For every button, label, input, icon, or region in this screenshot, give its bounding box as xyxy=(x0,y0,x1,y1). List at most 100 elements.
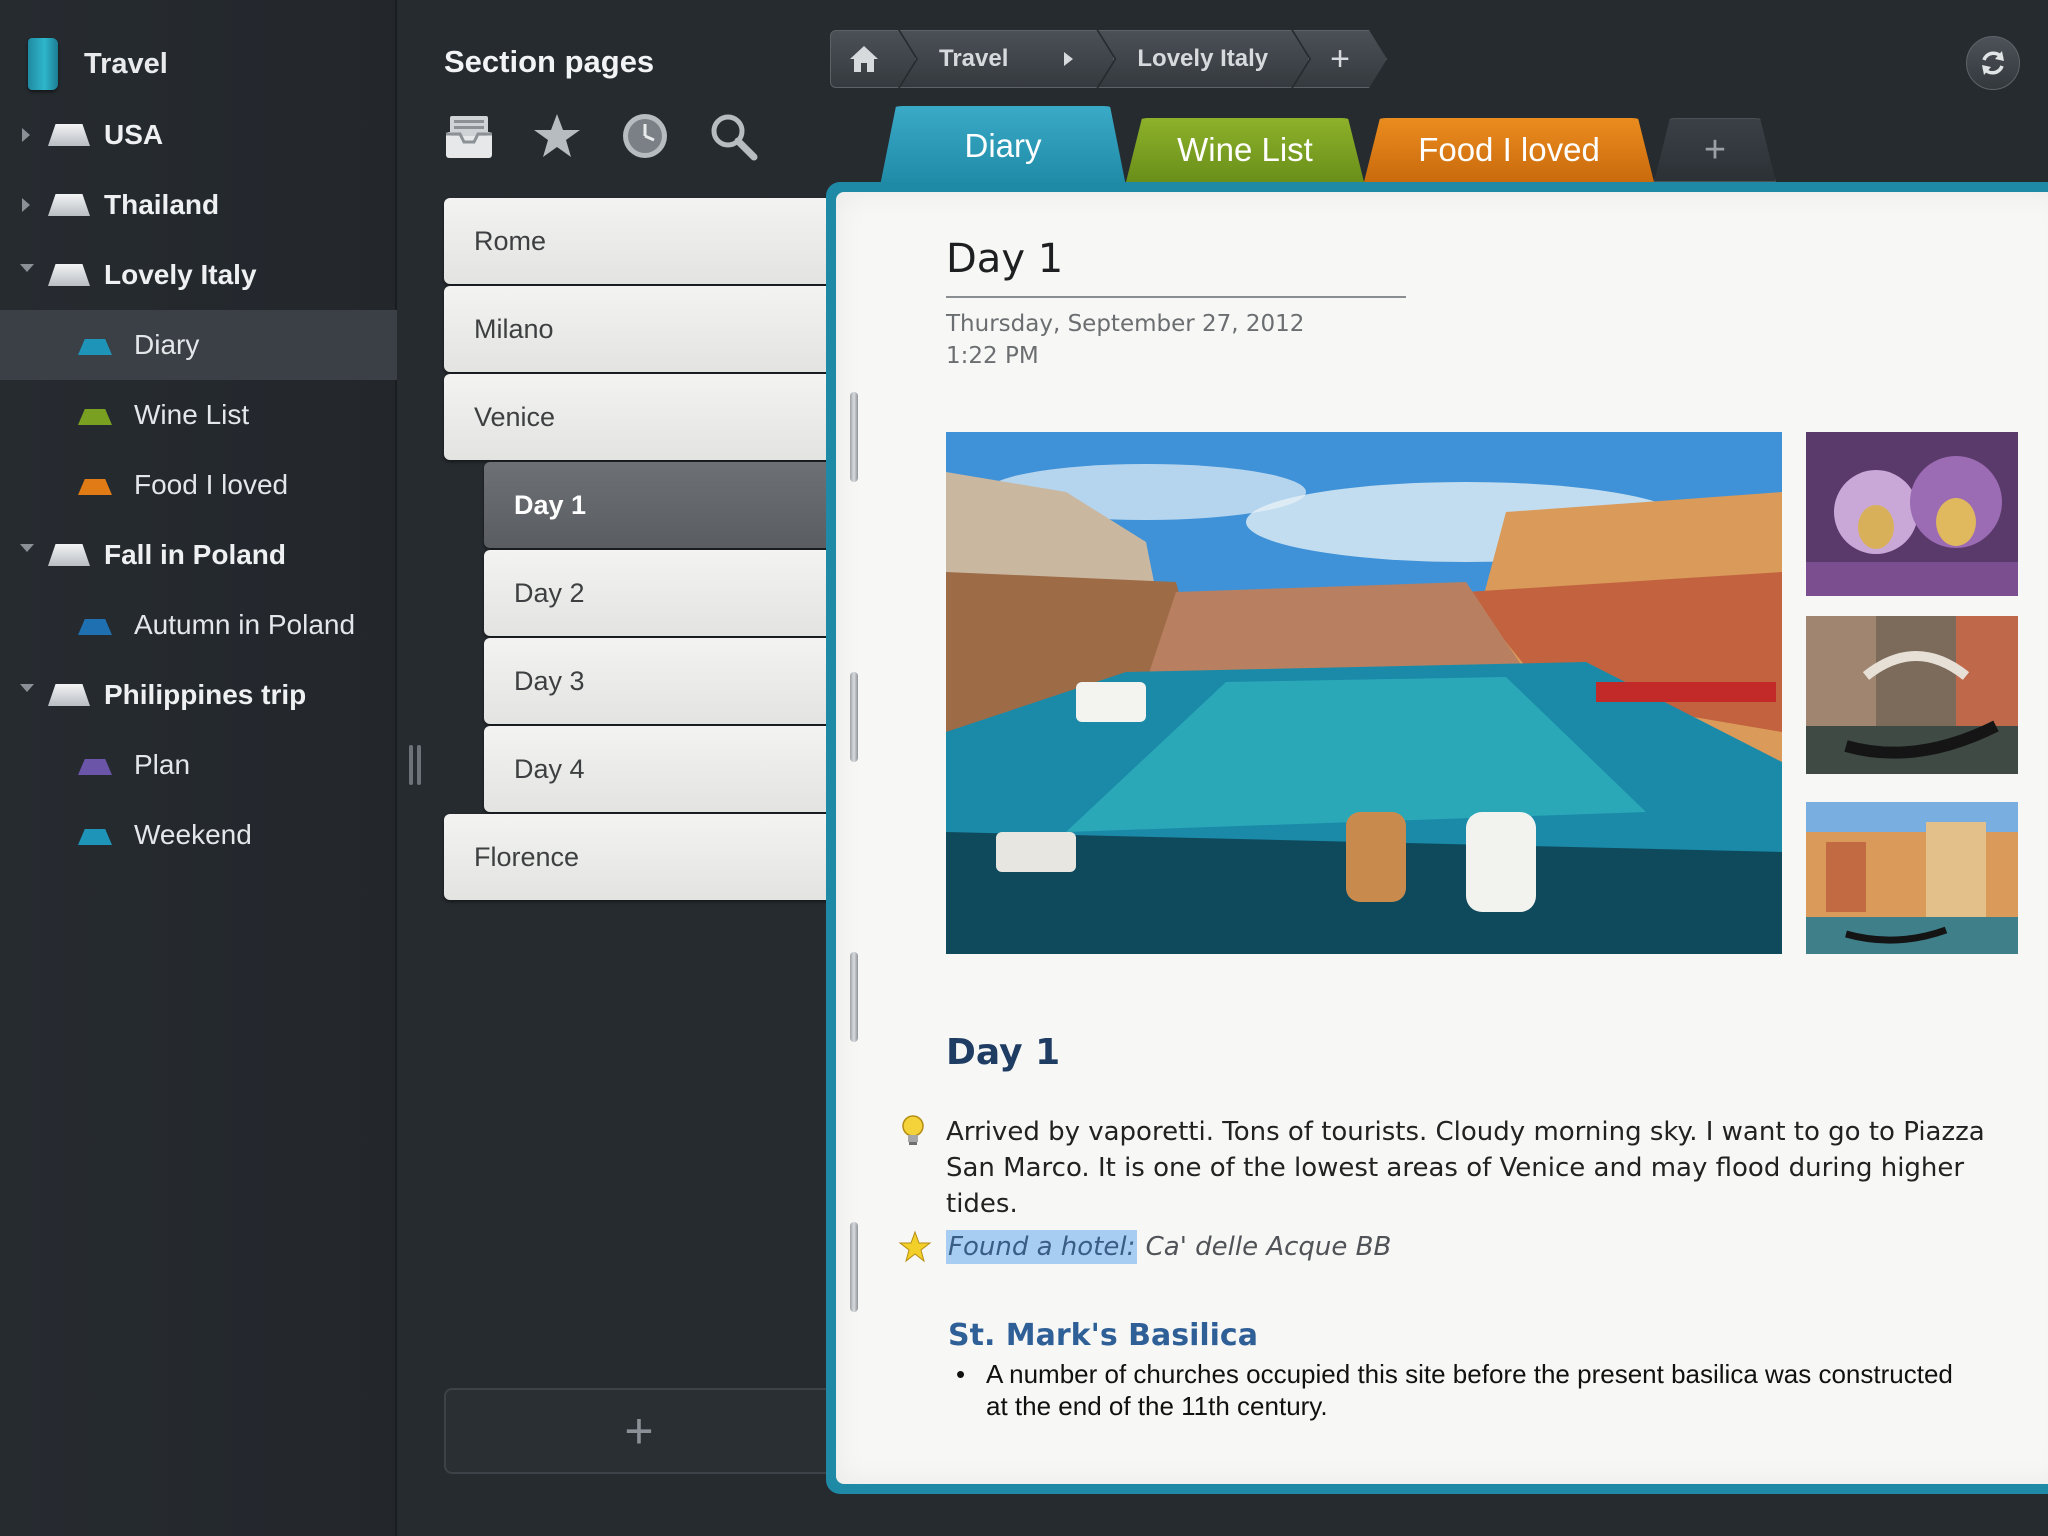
venice-palazzi-photo[interactable] xyxy=(1806,802,2018,954)
section-group-icon xyxy=(48,684,90,706)
gondola-illustration xyxy=(1806,616,2018,774)
highlighted-text: Found a hotel: xyxy=(946,1230,1138,1264)
section-label: Plan xyxy=(134,749,191,780)
section-tab-icon xyxy=(78,829,112,845)
palazzi-illustration xyxy=(1806,802,2018,954)
hotel-note[interactable]: Found a hotel: Ca' delle Acque BB xyxy=(946,1230,1392,1264)
page-item-day-2[interactable]: Day 2 xyxy=(484,550,834,636)
section-label: Weekend xyxy=(134,819,252,850)
sidebar-item-weekend[interactable]: Weekend xyxy=(0,800,397,870)
section-label: Food I loved xyxy=(134,469,289,500)
chevron-down-icon[interactable] xyxy=(20,684,34,692)
group-label: Fall in Poland xyxy=(104,539,287,570)
chevron-down-icon[interactable] xyxy=(20,544,34,552)
notebook-title: Travel xyxy=(84,47,168,80)
bullet-dot: • xyxy=(956,1359,966,1389)
star-tag-icon xyxy=(898,1230,932,1263)
canal-illustration xyxy=(946,432,1782,954)
tab-diary[interactable]: Diary xyxy=(880,106,1126,186)
page-item-rome[interactable]: Rome xyxy=(444,198,834,284)
clock-icon[interactable] xyxy=(620,110,670,162)
breadcrumb: Travel Lovely Italy + xyxy=(830,30,1371,90)
dropdown-arrow-icon[interactable] xyxy=(1064,52,1073,66)
page-item-venice[interactable]: Venice xyxy=(444,374,834,460)
sidebar-item-diary[interactable]: Diary xyxy=(0,310,397,380)
home-button[interactable] xyxy=(830,30,916,88)
tab-wine-list[interactable]: Wine List xyxy=(1126,118,1364,182)
section-tab-icon xyxy=(78,409,112,425)
chevron-down-icon[interactable] xyxy=(20,264,34,272)
sidebar-item-wine-list[interactable]: Wine List xyxy=(0,380,397,450)
venice-canal-photo[interactable] xyxy=(946,432,1782,954)
page-time: 1:22 PM xyxy=(946,343,1039,369)
page-item-milano[interactable]: Milano xyxy=(444,286,834,372)
note-subheading[interactable]: St. Mark's Basilica xyxy=(948,1318,1258,1353)
tab-add-section[interactable]: + xyxy=(1654,118,1776,182)
section-tab-icon xyxy=(78,479,112,495)
home-icon xyxy=(847,43,881,75)
page-item-day-4[interactable]: Day 4 xyxy=(484,726,834,812)
pages-panel-title: Section pages xyxy=(444,44,655,79)
group-label: USA xyxy=(104,119,164,150)
section-tree: USA Thailand Lovely Italy Diary Wine Lis… xyxy=(0,100,397,870)
bullet-item[interactable]: • A number of churches occupied this sit… xyxy=(956,1358,1976,1422)
sidebar-item-autumn-in-poland[interactable]: Autumn in Poland xyxy=(0,590,397,660)
star-icon[interactable] xyxy=(532,110,582,162)
sidebar-item-plan[interactable]: Plan xyxy=(0,730,397,800)
masks-illustration xyxy=(1806,432,2018,596)
section-tab-icon xyxy=(78,759,112,775)
tab-food-i-loved[interactable]: Food I loved xyxy=(1364,118,1654,182)
breadcrumb-item-travel[interactable]: Travel xyxy=(900,30,1114,88)
group-lovely-italy[interactable]: Lovely Italy xyxy=(0,240,397,310)
breadcrumb-item-lovely-italy[interactable]: Lovely Italy xyxy=(1098,30,1309,88)
sync-button[interactable] xyxy=(1966,36,2020,90)
gondola-bridge-photo[interactable] xyxy=(1806,616,2018,774)
section-label: Diary xyxy=(134,329,200,360)
breadcrumb-label: Lovely Italy xyxy=(1137,45,1269,72)
section-label: Autumn in Poland xyxy=(134,609,356,640)
page-label: Day 4 xyxy=(514,753,585,784)
hotel-name: Ca' delle Acque BB xyxy=(1145,1232,1392,1262)
group-usa[interactable]: USA xyxy=(0,100,397,170)
page-label: Day 3 xyxy=(514,665,585,696)
grip-line xyxy=(417,745,421,785)
bullet-text: A number of churches occupied this site … xyxy=(986,1359,1953,1421)
page-label: Florence xyxy=(474,841,580,872)
binder-ring xyxy=(850,1222,858,1312)
group-label: Thailand xyxy=(104,189,220,220)
section-label: Wine List xyxy=(134,399,250,430)
section-tab-icon xyxy=(78,619,112,635)
chevron-right-icon[interactable] xyxy=(22,198,30,212)
page-item-day-1[interactable]: Day 1 xyxy=(484,462,834,548)
page-item-day-3[interactable]: Day 3 xyxy=(484,638,834,724)
group-label: Philippines trip xyxy=(104,679,307,710)
sidebar-item-food-i-loved[interactable]: Food I loved xyxy=(0,450,397,520)
page-title[interactable]: Day 1 xyxy=(946,236,1406,298)
note-page[interactable]: Day 1 Thursday, September 27, 2012 1:22 … xyxy=(836,192,2048,1484)
section-group-icon xyxy=(48,264,90,286)
notebook-sidebar: Travel USA Thailand Lovely Italy Diary W… xyxy=(0,0,397,1536)
page-item-florence[interactable]: Florence xyxy=(444,814,834,900)
carnival-masks-photo[interactable] xyxy=(1806,432,2018,596)
chevron-right-icon[interactable] xyxy=(22,128,30,142)
note-heading[interactable]: Day 1 xyxy=(946,1032,1060,1073)
breadcrumb-label: Travel xyxy=(939,45,1009,72)
add-page-button[interactable]: + xyxy=(444,1388,834,1474)
sync-icon xyxy=(1982,51,2004,75)
notebook-icon xyxy=(28,38,58,90)
inbox-icon[interactable] xyxy=(444,110,494,162)
page-label: Milano xyxy=(474,313,554,344)
group-philippines-trip[interactable]: Philippines trip xyxy=(0,660,397,730)
panel-resize-handle[interactable] xyxy=(407,745,423,785)
note-frame: Day 1 Thursday, September 27, 2012 1:22 … xyxy=(826,182,2048,1494)
note-paragraph[interactable]: Arrived by vaporetti. Tons of tourists. … xyxy=(946,1114,2036,1222)
notebook-header[interactable]: Travel xyxy=(28,34,168,94)
search-icon[interactable] xyxy=(708,110,758,162)
group-thailand[interactable]: Thailand xyxy=(0,170,397,240)
pages-toolbar xyxy=(444,110,796,162)
page-label: Venice xyxy=(474,401,556,432)
section-group-icon xyxy=(48,194,90,216)
page-label: Day 1 xyxy=(514,489,587,520)
page-list: Rome Milano Venice Day 1 Day 2 Day 3 Day… xyxy=(444,198,834,902)
group-fall-in-poland[interactable]: Fall in Poland xyxy=(0,520,397,590)
